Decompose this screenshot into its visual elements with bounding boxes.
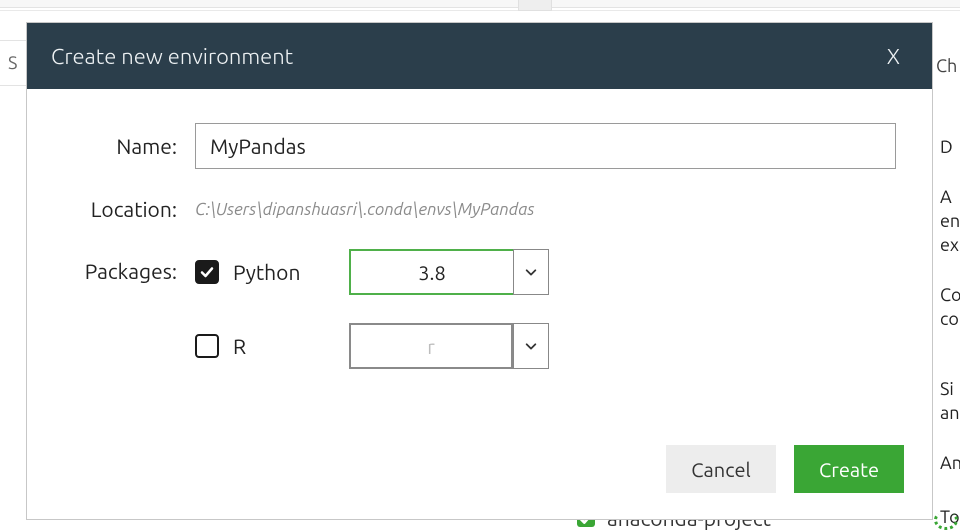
r-label: R [233,334,349,358]
dialog-body: Name: Location: C:\Users\dipanshuasri\.c… [27,89,932,435]
python-version-value: 3.8 [349,249,513,295]
bg-side-fragment: co [940,308,960,331]
bg-right-tab-fragment: Ch [936,46,960,86]
bg-toolbar [0,0,960,8]
bg-side-fragment: D [940,136,960,159]
packages-row: Packages: Python 3.8 [63,249,896,397]
close-button[interactable]: X [879,40,908,73]
r-version-value: r [349,323,513,369]
bg-side-fragment: Co [940,284,960,307]
cancel-button[interactable]: Cancel [666,445,776,493]
python-version-select[interactable]: 3.8 [349,249,549,295]
bg-toolbar-divider [0,8,960,11]
location-path: C:\Users\dipanshuasri\.conda\envs\MyPand… [195,200,535,219]
create-button[interactable]: Create [794,445,904,493]
environment-name-input[interactable] [195,123,896,169]
python-checkbox[interactable] [195,260,219,284]
bg-side-fragment: ex [940,234,960,257]
chevron-down-icon[interactable] [513,249,549,295]
python-label: Python [233,260,349,284]
bg-side-fragment: Si [940,378,960,401]
name-row: Name: [63,123,896,169]
location-label: Location: [63,197,195,221]
dialog-header: Create new environment X [27,23,932,89]
name-label: Name: [63,134,195,158]
r-version-select[interactable]: r [349,323,549,369]
chevron-down-icon[interactable] [513,323,549,369]
package-r-row: R r [195,323,896,369]
dialog-title: Create new environment [51,44,293,69]
bg-tab-chip [518,0,552,11]
bg-side-fragment: an [940,402,960,425]
bg-side-fragment: An [940,452,960,475]
package-python-row: Python 3.8 [195,249,896,295]
r-checkbox[interactable] [195,334,219,358]
location-row: Location: C:\Users\dipanshuasri\.conda\e… [63,197,896,221]
checkmark-icon [199,264,215,280]
dialog-footer: Cancel Create [27,435,932,519]
create-environment-dialog: Create new environment X Name: Location:… [26,22,933,520]
bg-side-fragment: en [940,210,960,233]
packages-label: Packages: [63,249,195,283]
bg-side-fragment: A [940,186,960,209]
spinner-icon [934,510,958,530]
